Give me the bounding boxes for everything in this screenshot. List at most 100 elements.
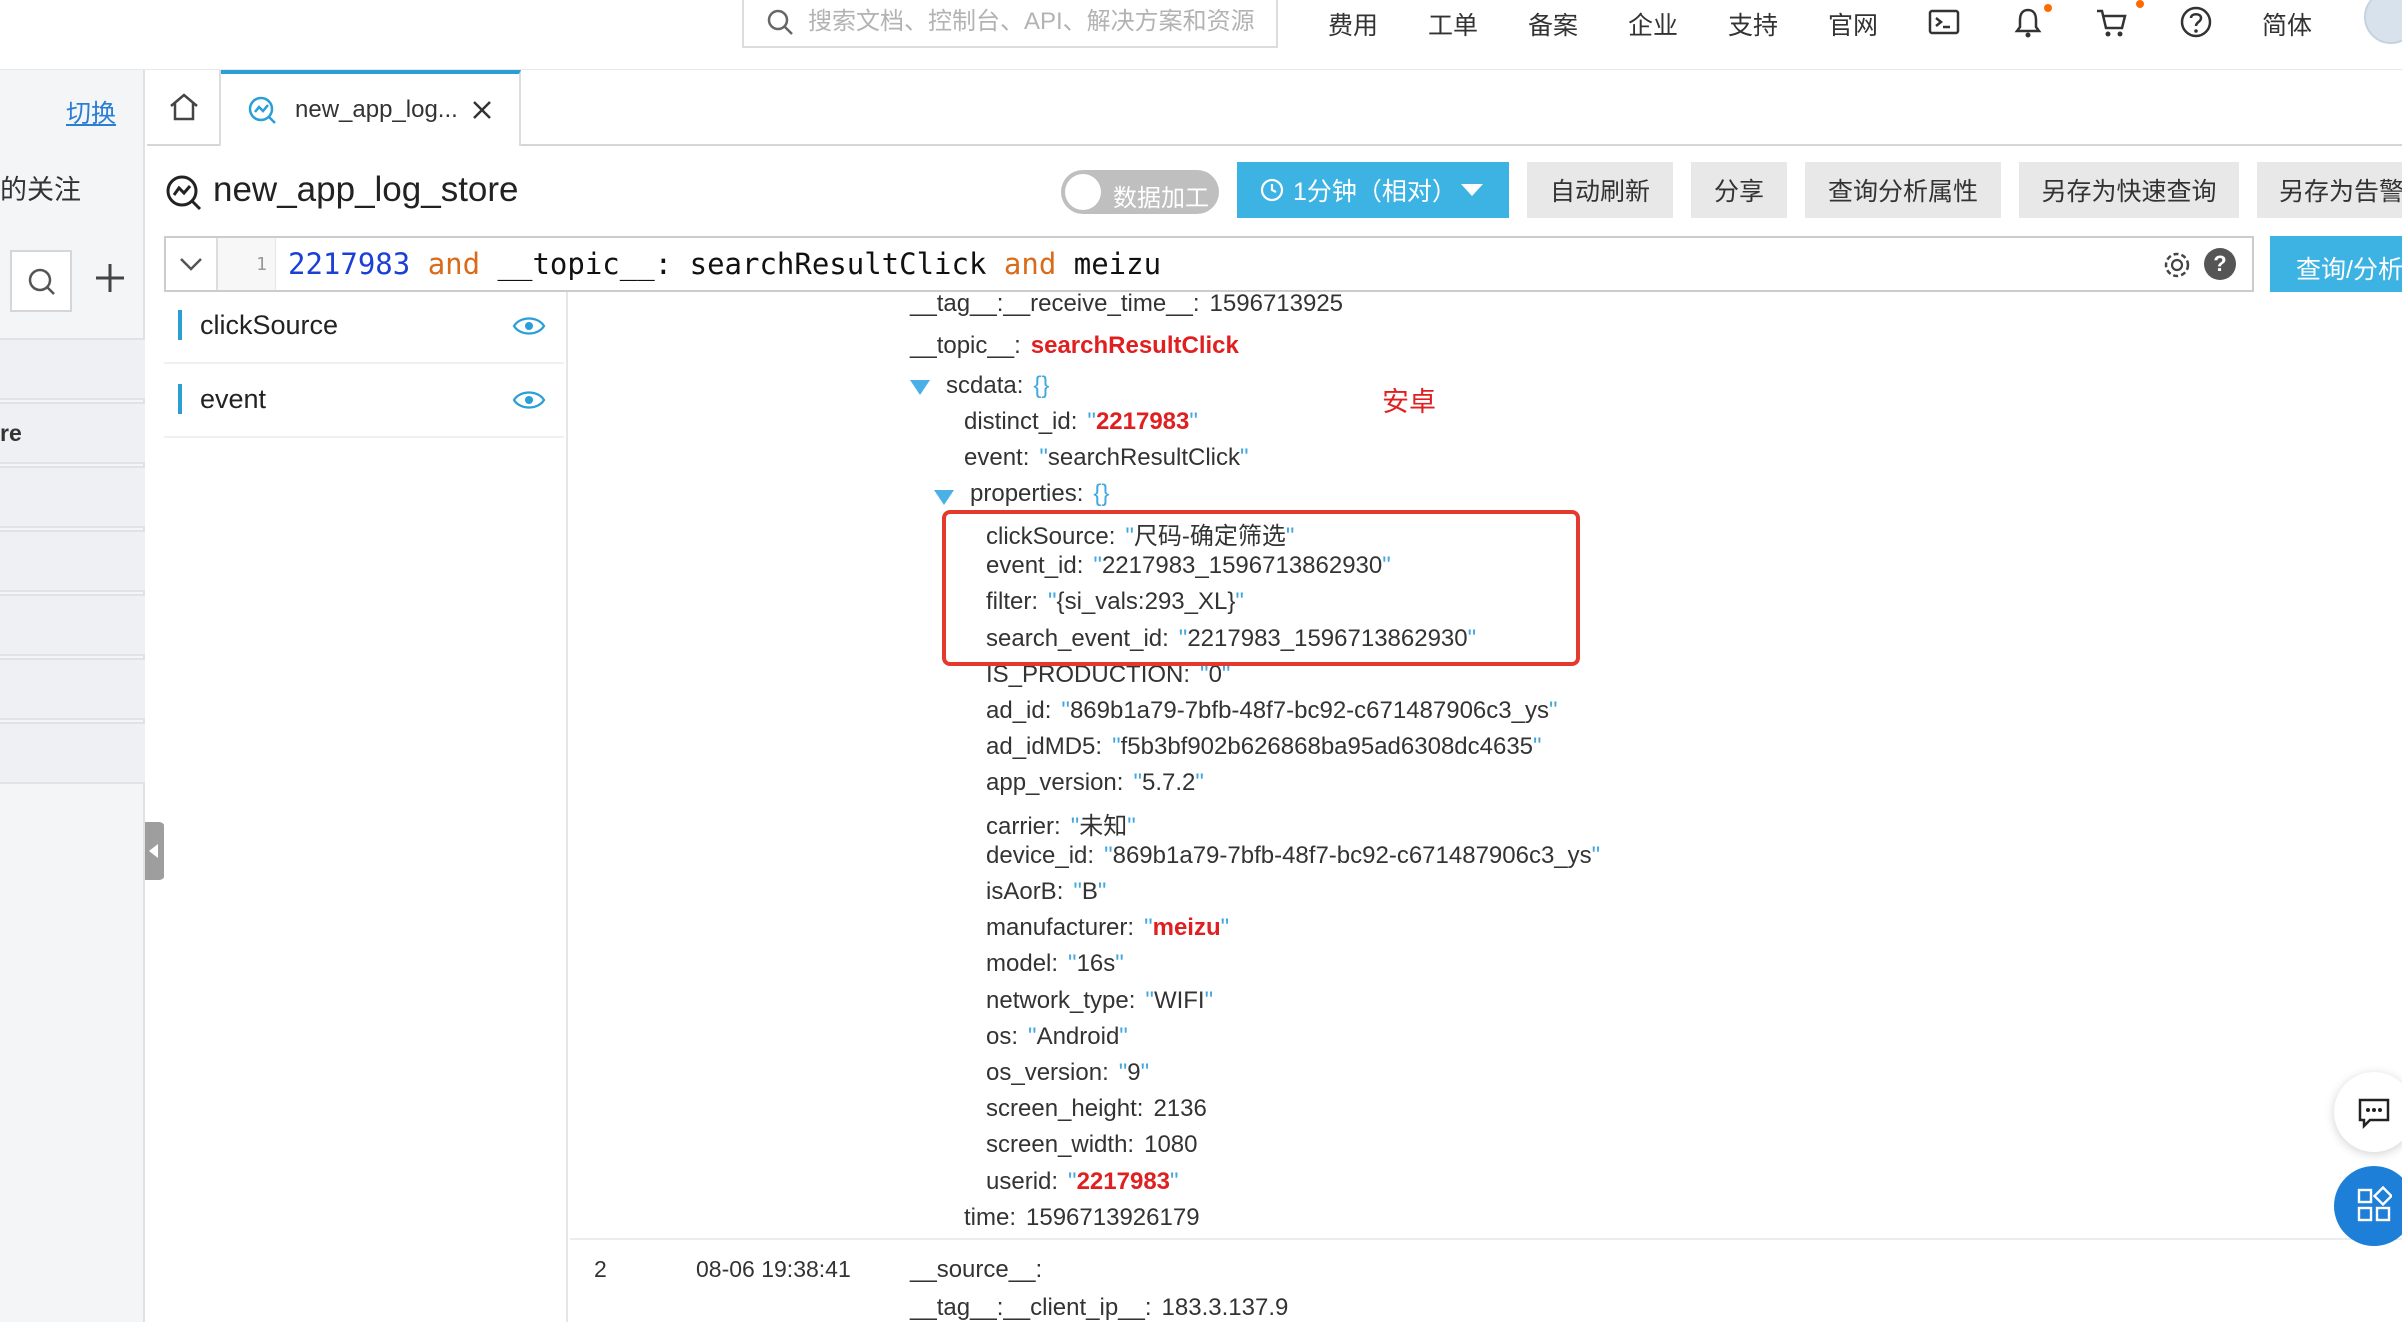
tab-home[interactable] — [147, 70, 221, 146]
log-field: __topic__: searchResultClick — [910, 332, 1239, 359]
panel-collapse-handle[interactable] — [145, 822, 165, 880]
property-row: userid: "2217983" — [986, 1168, 1179, 1195]
gear-icon[interactable] — [2162, 250, 2192, 280]
clock-icon — [1260, 178, 1284, 202]
nav-official-site[interactable]: 官网 — [1828, 6, 1878, 42]
left-list-item[interactable] — [0, 722, 145, 784]
property-row: ad_id: "869b1a79-7bfb-48f7-bc92-c67148790… — [986, 697, 1558, 724]
property-row: device_id: "869b1a79-7bfb-48f7-bc92-c6714… — [986, 842, 1601, 869]
expand-triangle-icon[interactable] — [934, 490, 954, 505]
terminal-icon[interactable] — [1926, 4, 1962, 40]
log-field: __source__: — [910, 1256, 1043, 1283]
chevron-down-icon — [180, 258, 202, 271]
global-search[interactable] — [742, 0, 1278, 48]
property-row: isAorB: "B" — [986, 878, 1107, 905]
property-row: network_type: "WIFI" — [986, 987, 1214, 1014]
annotation-label: 安卓 — [1382, 387, 1436, 417]
query-editor[interactable]: 1 2217983 and __topic__: searchResultCli… — [164, 236, 2254, 292]
save-alert-button[interactable]: 另存为告警 — [2257, 162, 2402, 218]
time-range-select[interactable]: 1分钟（相对） — [1237, 162, 1509, 218]
log-field: scdata:{} — [946, 372, 1050, 399]
cart-dot — [2136, 0, 2144, 8]
row-divider — [570, 1238, 2402, 1240]
auto-refresh-button[interactable]: 自动刷新 — [1527, 162, 1673, 218]
query-text[interactable]: 2217983 and __topic__: searchResultClick… — [288, 247, 1161, 281]
nav-support[interactable]: 支持 — [1728, 6, 1778, 42]
field-item-clicksource[interactable]: clickSource — [164, 292, 564, 364]
page-title: new_app_log_store — [213, 170, 519, 209]
toggle-knob — [1065, 174, 1101, 210]
help-icon[interactable] — [2178, 4, 2214, 40]
share-button[interactable]: 分享 — [1691, 162, 1787, 218]
log-field: __tag__:__receive_time__: 1596713925 — [910, 290, 1344, 317]
eye-icon[interactable] — [512, 388, 546, 412]
nav-language[interactable]: 简体 — [2262, 6, 2312, 42]
cart-icon[interactable] — [2094, 4, 2130, 40]
tab-new-app-log[interactable]: new_app_log... — [221, 70, 521, 146]
chat-button[interactable] — [2334, 1072, 2402, 1152]
expand-triangle-icon[interactable] — [910, 380, 930, 395]
logstore-icon — [166, 175, 202, 211]
chat-icon — [2358, 1098, 2390, 1130]
query-properties-button[interactable]: 查询分析属性 — [1805, 162, 2001, 218]
left-list-item[interactable] — [0, 530, 145, 592]
toggle-label: 数据加工 — [1113, 185, 1209, 212]
time-range-label: 1分钟（相对） — [1293, 178, 1457, 206]
apps-button[interactable] — [2334, 1166, 2402, 1246]
nav-fees[interactable]: 费用 — [1328, 6, 1378, 42]
left-list-item[interactable] — [0, 594, 145, 656]
logstore-header: new_app_log_store 数据加工 1分钟（相对） 自动刷新 分享 查… — [147, 146, 2402, 232]
tab-label: new_app_log... — [295, 96, 458, 123]
property-row: screen_height: 2136 — [986, 1095, 1207, 1122]
property-row: screen_width: 1080 — [986, 1131, 1198, 1158]
close-icon[interactable] — [470, 98, 494, 122]
top-bar: 费用 工单 备案 企业 支持 官网 简体 — [0, 0, 2402, 70]
global-search-input[interactable] — [808, 8, 1268, 36]
property-row: model: "16s" — [986, 950, 1124, 977]
apps-grid-icon — [2357, 1186, 2392, 1222]
property-row: os_version: "9" — [986, 1059, 1150, 1086]
add-icon[interactable] — [92, 260, 128, 296]
log-field: time: 1596713926179 — [964, 1204, 1200, 1231]
query-expand[interactable] — [166, 238, 218, 290]
field-item-event[interactable]: event — [164, 366, 564, 438]
log-row-number: 2 — [594, 1256, 607, 1282]
highlight-box — [942, 510, 1580, 666]
log-row-time: 08-06 19:38:41 — [696, 1256, 851, 1282]
tab-bar: new_app_log... — [147, 70, 2402, 146]
log-field: properties:{} — [970, 480, 1110, 507]
query-submit-button[interactable]: 查询/分析 — [2270, 236, 2402, 292]
notification-dot — [2044, 4, 2052, 12]
field-name: clickSource — [200, 310, 339, 340]
switch-link[interactable]: 切换 — [66, 94, 116, 130]
log-field: event: "searchResultClick" — [964, 444, 1249, 471]
left-search-button[interactable] — [10, 250, 72, 312]
my-favorites-label: 的关注 — [0, 175, 81, 205]
query-help-icon[interactable]: ? — [2204, 248, 2236, 280]
search-icon — [767, 9, 793, 35]
log-field: __tag__:__client_ip__: 183.3.137.9 — [910, 1294, 1289, 1321]
avatar[interactable] — [2364, 0, 2402, 44]
property-row: manufacturer: "meizu" — [986, 914, 1230, 941]
left-list-item[interactable] — [0, 658, 145, 720]
search-icon — [28, 268, 55, 295]
field-name: event — [200, 384, 267, 414]
logstore-icon — [248, 96, 276, 124]
nav-enterprise[interactable]: 企业 — [1628, 6, 1678, 42]
home-icon — [170, 93, 198, 121]
nav-ticket[interactable]: 工单 — [1428, 6, 1478, 42]
save-quick-query-button[interactable]: 另存为快速查询 — [2019, 162, 2239, 218]
bell-icon[interactable] — [2010, 4, 2046, 40]
left-list-item[interactable] — [0, 466, 145, 528]
left-list-item[interactable]: re — [0, 402, 145, 464]
left-panel: 切换 的关注 re — [0, 70, 145, 1322]
eye-icon[interactable] — [512, 314, 546, 338]
data-processing-toggle[interactable]: 数据加工 — [1061, 170, 1219, 214]
nav-record[interactable]: 备案 — [1528, 6, 1578, 42]
caret-down-icon — [1461, 184, 1483, 196]
left-tools — [0, 246, 145, 326]
left-list-item[interactable] — [0, 338, 145, 400]
field-sidebar: clickSource event — [164, 292, 568, 1322]
property-row: app_version: "5.7.2" — [986, 769, 1204, 796]
log-field: distinct_id: "2217983" — [964, 408, 1198, 435]
